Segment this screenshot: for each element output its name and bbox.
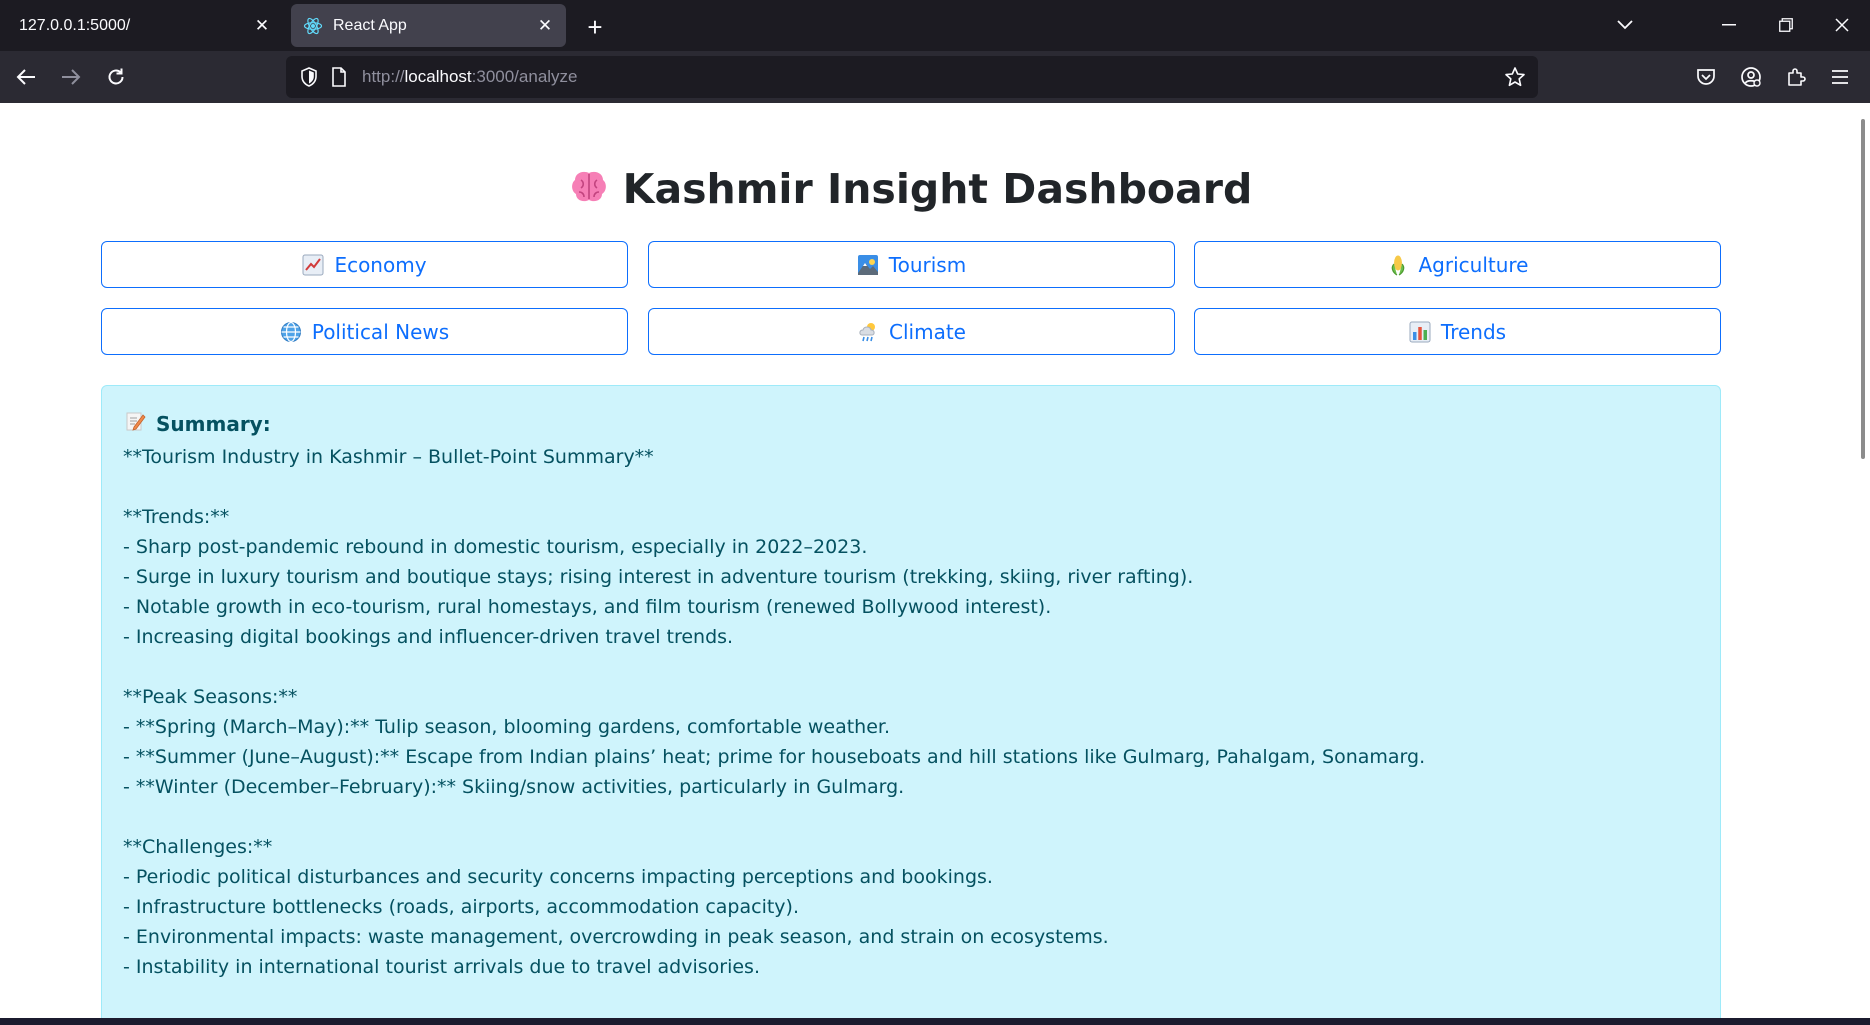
agriculture-label: Agriculture xyxy=(1418,252,1529,277)
close-tab-icon[interactable]: ✕ xyxy=(532,13,558,39)
navigation-bar: http://localhost:3000/analyze xyxy=(0,51,1870,103)
restore-icon[interactable] xyxy=(1766,8,1806,42)
taskbar-edge xyxy=(0,1018,1870,1025)
minimize-icon[interactable] xyxy=(1709,8,1749,42)
list-all-tabs-icon[interactable] xyxy=(1605,8,1645,42)
economy-button[interactable]: Economy xyxy=(101,241,628,288)
sunrise-over-mountains-icon xyxy=(857,254,879,276)
summary-heading-text: Summary: xyxy=(156,411,271,436)
reload-icon[interactable] xyxy=(99,60,133,94)
forward-arrow-icon[interactable] xyxy=(54,60,88,94)
tab-bar: 127.0.0.1:5000/ ✕ React App ✕ + xyxy=(0,0,1870,51)
agriculture-button[interactable]: Agriculture xyxy=(1194,241,1721,288)
tab-title: 127.0.0.1:5000/ xyxy=(19,16,131,34)
url-text[interactable]: http://localhost:3000/analyze xyxy=(362,67,578,87)
close-window-icon[interactable] xyxy=(1822,8,1862,42)
react-logo-icon xyxy=(303,16,323,36)
memo-icon xyxy=(124,410,146,437)
shield-icon[interactable] xyxy=(294,62,324,92)
extensions-icon[interactable] xyxy=(1779,60,1813,94)
scrollbar-thumb[interactable] xyxy=(1861,119,1865,459)
economy-label: Economy xyxy=(334,252,427,277)
tourism-button[interactable]: Tourism xyxy=(648,241,1175,288)
page-title: Kashmir Insight Dashboard xyxy=(0,165,1821,213)
climate-label: Climate xyxy=(889,319,966,344)
brain-icon xyxy=(569,167,609,207)
summary-text: **Tourism Industry in Kashmir – Bullet-P… xyxy=(123,446,1426,978)
corn-icon xyxy=(1387,254,1409,276)
pocket-icon[interactable] xyxy=(1689,60,1723,94)
close-tab-icon[interactable]: ✕ xyxy=(249,13,275,39)
chart-increasing-icon xyxy=(302,254,324,276)
tourism-label: Tourism xyxy=(888,252,967,277)
political-news-button[interactable]: Political News xyxy=(101,308,628,355)
bookmark-star-icon[interactable] xyxy=(1500,62,1530,92)
back-arrow-icon[interactable] xyxy=(9,60,43,94)
page-content: Kashmir Insight Dashboard Economy Touris… xyxy=(0,103,1856,1018)
page-info-icon[interactable] xyxy=(324,62,354,92)
page-scrollbar[interactable] xyxy=(1856,103,1870,1018)
new-tab-button[interactable]: + xyxy=(580,12,610,42)
account-icon[interactable] xyxy=(1734,60,1768,94)
address-bar[interactable]: http://localhost:3000/analyze xyxy=(286,56,1538,98)
summary-heading: Summary: xyxy=(124,410,271,437)
menu-icon[interactable] xyxy=(1823,60,1857,94)
summary-alert: Summary: **Tourism Industry in Kashmir –… xyxy=(101,385,1721,1018)
bar-chart-icon xyxy=(1409,321,1431,343)
climate-button[interactable]: Climate xyxy=(648,308,1175,355)
trends-button[interactable]: Trends xyxy=(1194,308,1721,355)
trends-label: Trends xyxy=(1440,319,1507,344)
globe-icon xyxy=(280,321,302,343)
tab-flask-server[interactable]: 127.0.0.1:5000/ ✕ xyxy=(5,4,283,47)
political-news-label: Political News xyxy=(311,319,450,344)
tab-title: React App xyxy=(333,16,407,34)
tab-react-app[interactable]: React App ✕ xyxy=(291,4,566,47)
cloud-rain-icon xyxy=(857,321,879,343)
